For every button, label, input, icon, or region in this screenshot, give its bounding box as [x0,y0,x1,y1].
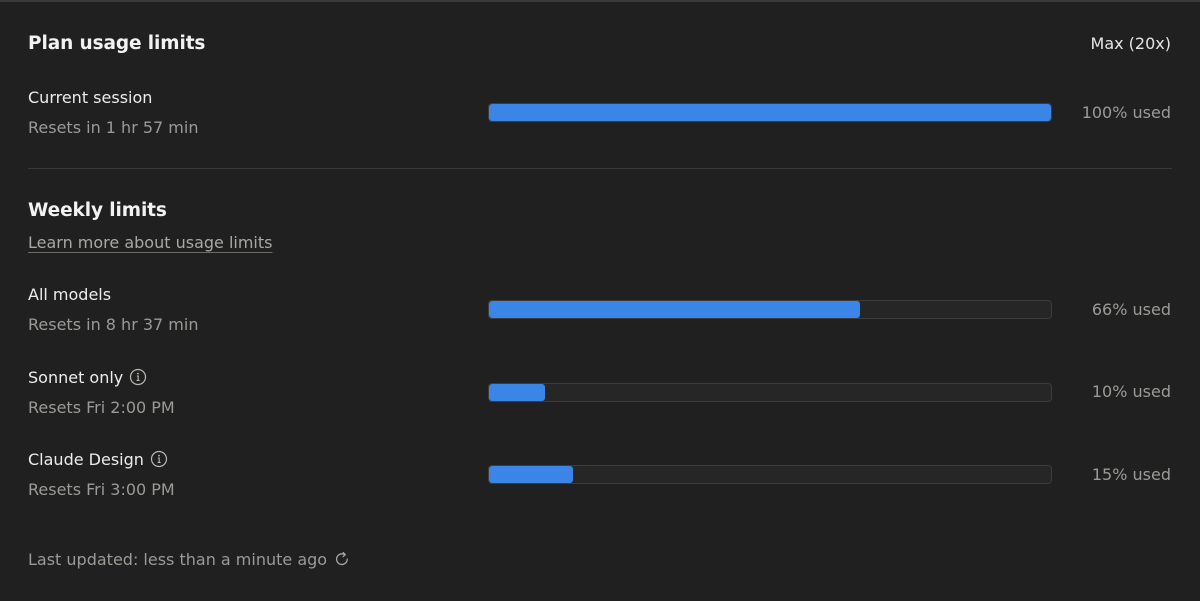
current-session-percent: 100% used [1081,103,1171,122]
current-session-reset: Resets in 1 hr 57 min [28,118,199,137]
weekly-item-sonnet: Sonnet only [28,368,147,387]
claude-design-progress-fill [489,466,574,483]
weekly-item-label: Claude Design [28,450,144,469]
weekly-item-reset: Resets Fri 3:00 PM [28,480,175,499]
weekly-item-reset: Resets in 8 hr 37 min [28,315,199,334]
weekly-limits-title: Weekly limits [28,200,167,221]
weekly-item-claude-design: Claude Design [28,450,168,469]
section-divider [28,168,1172,169]
all-models-percent: 66% used [1091,300,1171,319]
sonnet-only-percent: 10% used [1091,382,1171,401]
weekly-item-label: Sonnet only [28,368,124,387]
learn-more-usage-link[interactable]: Learn more about usage limits [28,233,272,252]
weekly-item-label: All models [28,285,112,304]
all-models-progress-fill [489,301,860,318]
last-updated-text: Last updated: less than a minute ago [28,550,328,569]
plan-usage-title: Plan usage limits [28,33,206,54]
top-border [0,0,1200,2]
info-circle-icon[interactable] [150,450,168,468]
claude-design-percent: 15% used [1091,465,1171,484]
sonnet-only-progress-fill [489,384,546,401]
plan-tier-label: Max (20x) [1090,34,1171,53]
weekly-item-reset: Resets Fri 2:00 PM [28,398,175,417]
last-updated: Last updated: less than a minute ago [28,550,351,569]
current-session-progress-bar [488,103,1052,122]
all-models-progress-bar [488,300,1052,319]
current-session-progress-fill [489,104,1051,121]
claude-design-progress-bar [488,465,1052,484]
info-circle-icon[interactable] [129,368,147,386]
refresh-icon[interactable] [333,550,351,568]
sonnet-only-progress-bar [488,383,1052,402]
current-session-label: Current session [28,88,153,107]
